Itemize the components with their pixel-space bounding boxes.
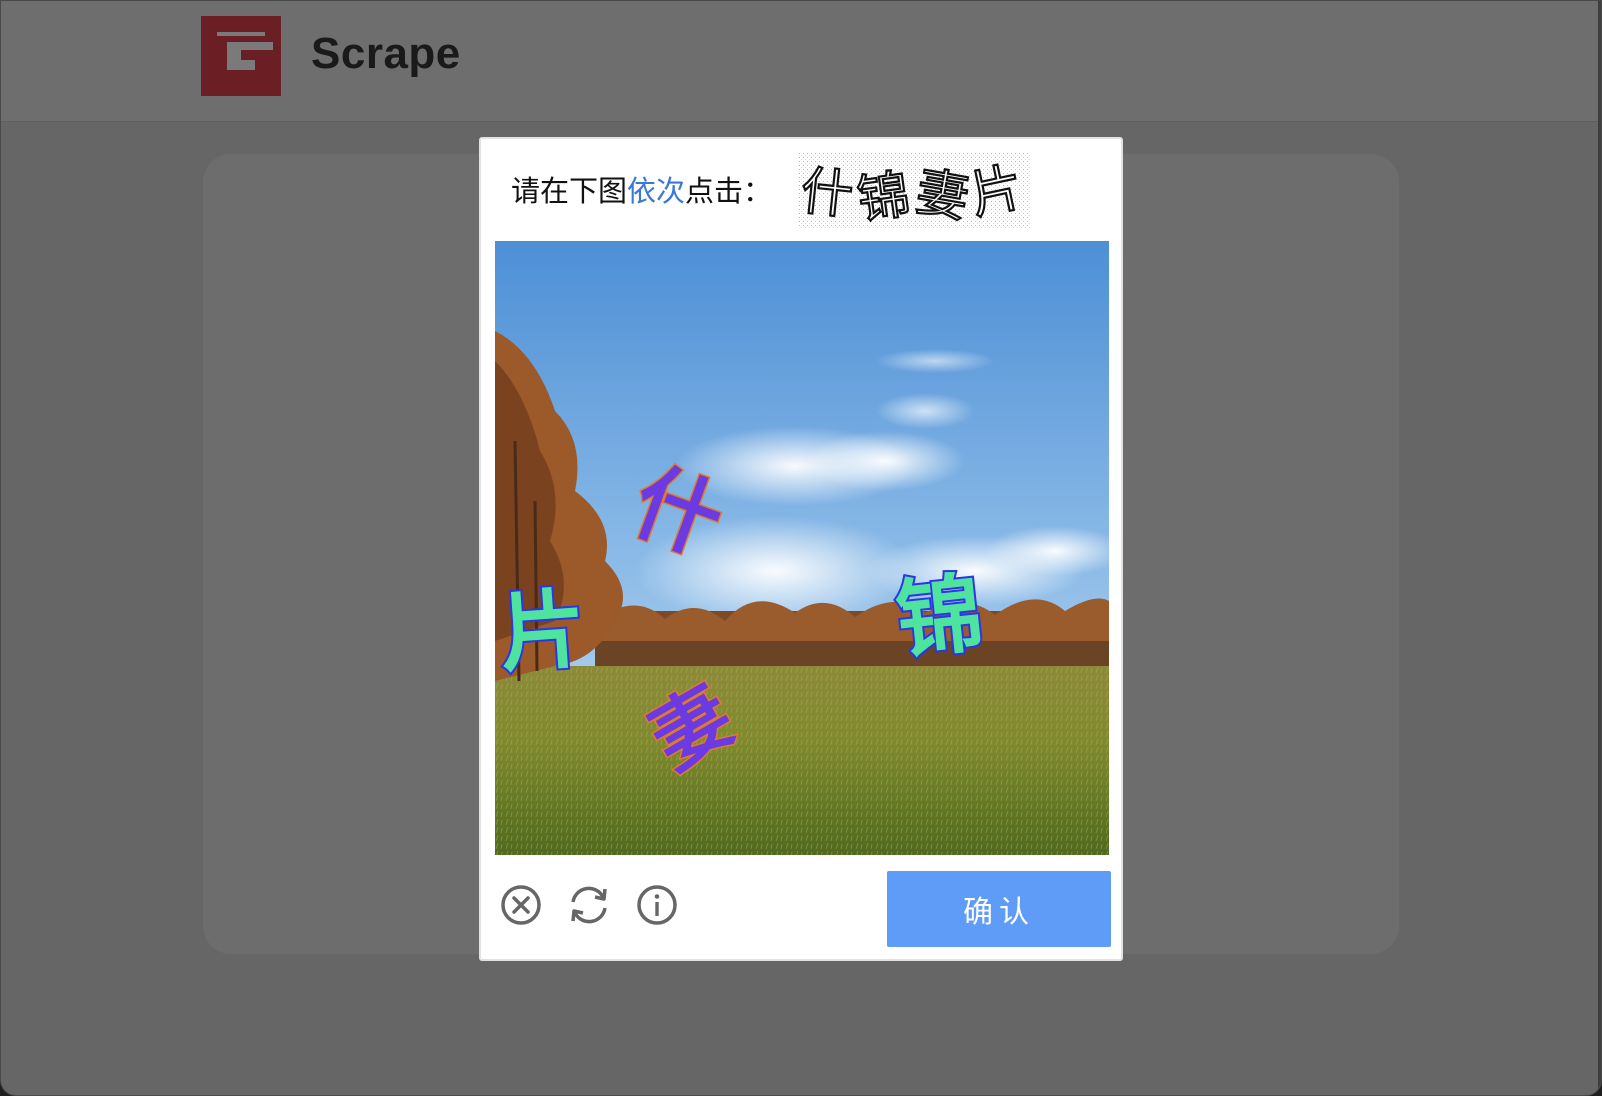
brand-name[interactable]: Scrape — [311, 29, 461, 79]
captcha-prompt: 请在下图依次点击： — [511, 169, 772, 213]
refresh-icon[interactable] — [567, 883, 611, 927]
prompt-highlight: 依次 — [627, 174, 686, 208]
target-char-1: 什 — [799, 161, 856, 226]
captcha-target-characters: 什 锦 妻 片 — [799, 153, 1031, 229]
scene-char-pian[interactable]: 片 — [495, 577, 591, 687]
target-char-3: 妻 — [912, 162, 974, 229]
site-header: Scrape — [1, 1, 1601, 122]
prompt-suffix: 点击： — [685, 174, 773, 208]
window-edge — [1598, 1, 1601, 1095]
captcha-dialog: 请在下图依次点击： 什 锦 妻 片 什 锦 妻 片 确认 — [479, 137, 1123, 961]
prompt-prefix: 请在下图 — [511, 174, 628, 208]
captcha-image[interactable]: 什 锦 妻 片 — [495, 241, 1109, 855]
browser-window: Scrape 请在下图依次点击： 什 锦 妻 片 什 锦 妻 片 确认 — [0, 0, 1602, 1096]
scene-char-jin[interactable]: 锦 — [890, 561, 990, 673]
confirm-button[interactable]: 确认 — [887, 871, 1111, 947]
site-logo-icon[interactable] — [201, 16, 281, 96]
target-char-2: 锦 — [854, 165, 914, 229]
info-icon[interactable] — [635, 883, 679, 927]
close-circle-icon[interactable] — [499, 883, 543, 927]
